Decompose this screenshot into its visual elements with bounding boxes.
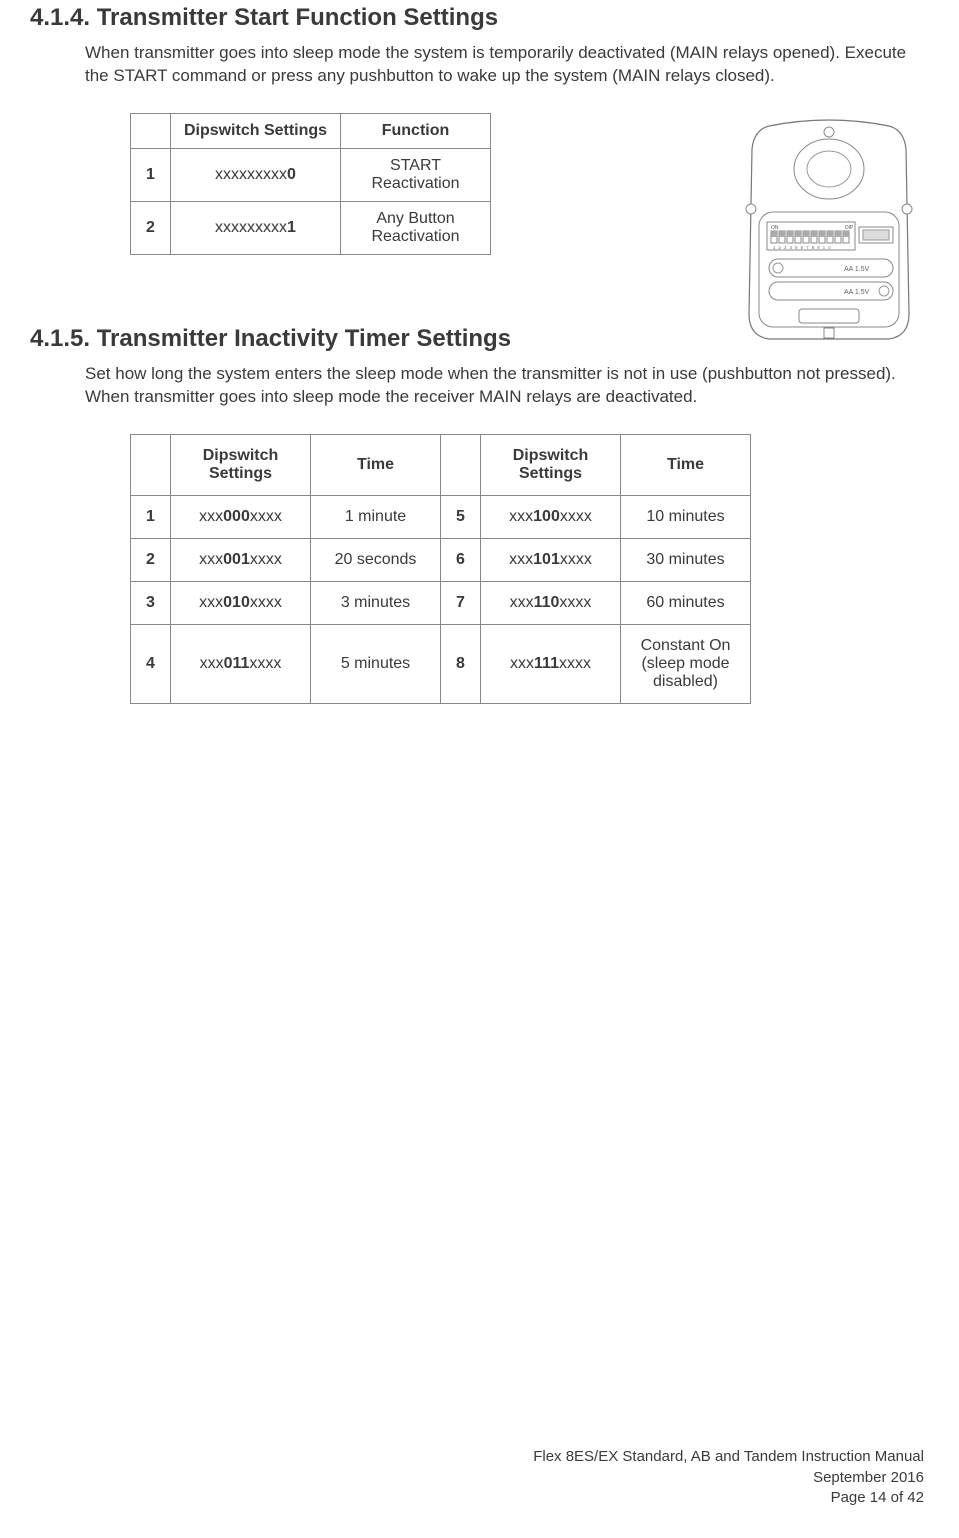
table-row: 4 xxx011xxxx 5 minutes 8 xxx111xxxx Cons… [131, 624, 751, 703]
footer-manual-title: Flex 8ES/EX Standard, AB and Tandem Inst… [533, 1447, 924, 1467]
table-414: Dipswitch Settings Function 1 xxxxxxxxx0… [130, 113, 491, 255]
svg-text:DIP: DIP [845, 225, 854, 231]
dipswitch-value: xxxxxxxxx0 [171, 148, 341, 201]
time-value: 20 seconds [311, 538, 441, 581]
footer-date: September 2016 [533, 1468, 924, 1488]
table-row: Dipswitch Settings Time Dipswitch Settin… [131, 434, 751, 495]
table-row: 1 xxxxxxxxx0 START Reactivation [131, 148, 491, 201]
dipswitch-value: xxx000xxxx [171, 495, 311, 538]
row-index: 3 [131, 581, 171, 624]
section-para-414: When transmitter goes into sleep mode th… [85, 42, 929, 88]
dipswitch-value: xxx110xxxx [481, 581, 621, 624]
table-row: Dipswitch Settings Function [131, 113, 491, 148]
row-index: 6 [441, 538, 481, 581]
time-value: Constant On (sleep mode disabled) [621, 624, 751, 703]
table-row: 1 xxx000xxxx 1 minute 5 xxx100xxxx 10 mi… [131, 495, 751, 538]
row-index: 4 [131, 624, 171, 703]
function-value: Any Button Reactivation [341, 201, 491, 254]
header-time: Time [311, 434, 441, 495]
svg-text:12345678910: 12345678910 [773, 245, 834, 250]
header-blank [131, 113, 171, 148]
header-function: Function [341, 113, 491, 148]
section-para-415: Set how long the system enters the sleep… [85, 363, 929, 409]
table-row: 2 xxxxxxxxx1 Any Button Reactivation [131, 201, 491, 254]
table-415: Dipswitch Settings Time Dipswitch Settin… [130, 434, 751, 704]
row-index: 5 [441, 495, 481, 538]
dipswitch-value: xxx111xxxx [481, 624, 621, 703]
dipswitch-value: xxx101xxxx [481, 538, 621, 581]
dipswitch-value: xxx011xxxx [171, 624, 311, 703]
page-footer: Flex 8ES/EX Standard, AB and Tandem Inst… [533, 1447, 924, 1508]
function-value: START Reactivation [341, 148, 491, 201]
header-time: Time [621, 434, 751, 495]
time-value: 3 minutes [311, 581, 441, 624]
header-blank [441, 434, 481, 495]
dipswitch-value: xxx001xxxx [171, 538, 311, 581]
row-index: 2 [131, 538, 171, 581]
svg-text:AA 1.5V: AA 1.5V [844, 266, 870, 273]
time-value: 60 minutes [621, 581, 751, 624]
dipswitch-value: xxx010xxxx [171, 581, 311, 624]
table-row: 3 xxx010xxxx 3 minutes 7 xxx110xxxx 60 m… [131, 581, 751, 624]
table-row: 2 xxx001xxxx 20 seconds 6 xxx101xxxx 30 … [131, 538, 751, 581]
time-value: 30 minutes [621, 538, 751, 581]
row-index: 7 [441, 581, 481, 624]
svg-text:ON: ON [771, 225, 779, 231]
section-heading-414: 4.1.4. Transmitter Start Function Settin… [30, 4, 929, 32]
dipswitch-value: xxxxxxxxx1 [171, 201, 341, 254]
time-value: 1 minute [311, 495, 441, 538]
row-index: 1 [131, 495, 171, 538]
row-index: 1 [131, 148, 171, 201]
footer-page-number: Page 14 of 42 [533, 1488, 924, 1508]
transmitter-illustration: ON DIP 12345678910 AA 1.5V AA 1.5V [729, 114, 929, 344]
time-value: 5 minutes [311, 624, 441, 703]
header-dipswitch: Dipswitch Settings [481, 434, 621, 495]
time-value: 10 minutes [621, 495, 751, 538]
row-index: 8 [441, 624, 481, 703]
header-blank [131, 434, 171, 495]
svg-text:AA 1.5V: AA 1.5V [844, 289, 870, 296]
header-dipswitch: Dipswitch Settings [171, 113, 341, 148]
row-index: 2 [131, 201, 171, 254]
dipswitch-value: xxx100xxxx [481, 495, 621, 538]
header-dipswitch: Dipswitch Settings [171, 434, 311, 495]
